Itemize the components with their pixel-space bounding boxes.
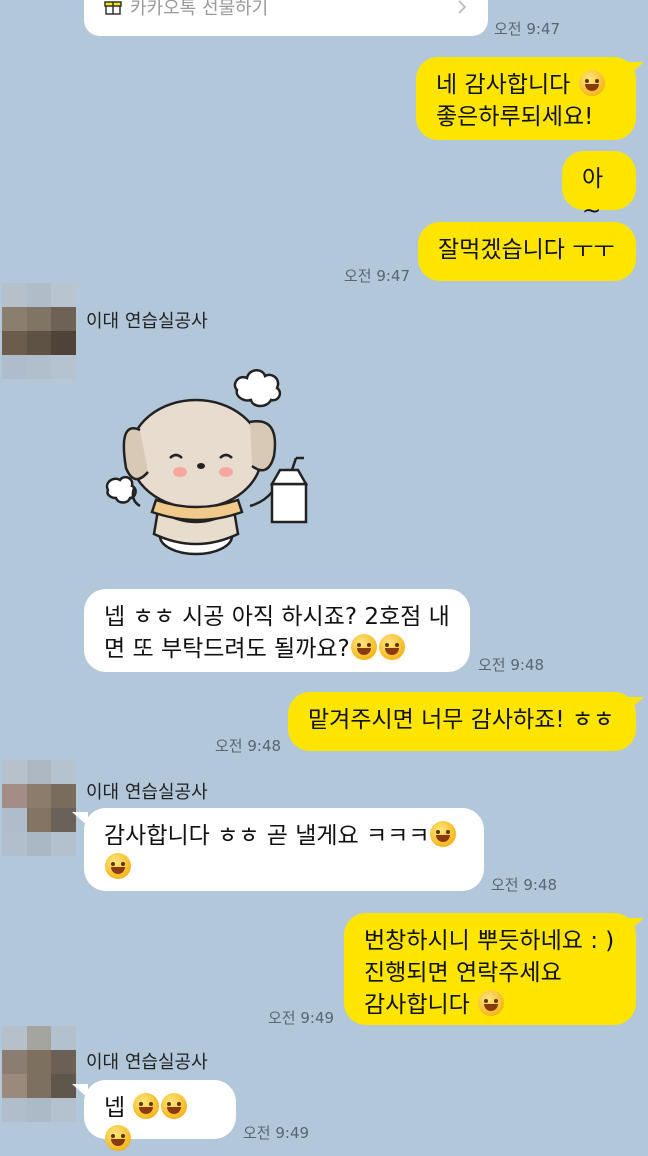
sender-name: 이대 연습실공사 (86, 1052, 208, 1073)
outgoing-message[interactable]: 번창하시니 뿌듯하네요 : ) 진행되면 연락주세요 감사합니다 (344, 913, 636, 1025)
dog-blush (219, 467, 233, 477)
message-text: 감사합니다 (364, 992, 470, 1018)
outgoing-message[interactable]: 아~ (562, 151, 636, 224)
message-text: 좋은하루되세요! (436, 104, 594, 130)
smile-emoji (378, 634, 405, 660)
smile-emoji (105, 853, 131, 879)
bubble-tail (72, 1084, 88, 1098)
sender-name: 이대 연습실공사 (86, 782, 208, 803)
message-text: 잘먹겠습니다 ㅜㅜ (438, 237, 615, 263)
bubble-tail (72, 812, 88, 826)
dog-sticker[interactable] (100, 360, 315, 560)
milk-carton (269, 456, 309, 524)
smile-emoji (105, 1125, 131, 1151)
message-text: 번창하시니 뿌듯하네요 : ) (364, 928, 615, 954)
timestamp: 오전 9:47 (494, 20, 561, 38)
avatar[interactable] (2, 1026, 76, 1122)
smile-emoji (133, 1093, 160, 1119)
gift-card[interactable]: 카카오톡 선물하기 (84, 0, 488, 36)
message-text: 아~ (582, 166, 604, 224)
smile-emoji (478, 990, 505, 1016)
smile-emoji (430, 821, 457, 847)
chevron-right-icon (458, 0, 467, 14)
smile-emoji (578, 70, 605, 96)
dog-blush (173, 467, 187, 477)
gift-label: 카카오톡 선물하기 (130, 0, 269, 19)
incoming-message[interactable]: 감사합니다 ㅎㅎ 곧 낼게요 ㅋㅋㅋ (84, 808, 484, 891)
incoming-message[interactable]: 넵 (84, 1080, 236, 1151)
bubble-tail (628, 697, 644, 711)
puff-cloud (105, 475, 137, 504)
bubble-tail (628, 918, 644, 932)
timestamp: 오전 9:47 (344, 267, 411, 285)
dog-head (128, 398, 264, 510)
outgoing-message[interactable]: 맡겨주시면 너무 감사하죠! ㅎㅎ (288, 692, 636, 751)
sender-name: 이대 연습실공사 (86, 311, 208, 332)
smile-emoji (350, 634, 377, 660)
message-text: 맡겨주시면 너무 감사하죠! ㅎㅎ (308, 707, 615, 733)
avatar[interactable] (2, 283, 76, 379)
timestamp: 오전 9:49 (243, 1124, 310, 1142)
steam-cloud (233, 369, 282, 408)
dog-arm (249, 491, 273, 508)
message-text: 진행되면 연락주세요 (364, 960, 562, 986)
outgoing-message[interactable]: 네 감사합니다 좋은하루되세요! (416, 57, 636, 140)
message-text: 넵 ㅎㅎ 시공 아직 하시죠? 2호점 내 (104, 604, 450, 630)
avatar[interactable] (2, 760, 76, 856)
timestamp: 오전 9:48 (215, 737, 282, 755)
dog-ear-right (249, 419, 277, 472)
message-text: 네 감사합니다 (436, 72, 571, 98)
bubble-tail (628, 62, 644, 76)
incoming-message[interactable]: 넵 ㅎㅎ 시공 아직 하시죠? 2호점 내 면 또 부탁드려도 될까요? (84, 589, 470, 672)
message-text: 넵 (104, 1095, 126, 1121)
timestamp: 오전 9:48 (478, 656, 545, 674)
timestamp: 오전 9:48 (491, 876, 558, 894)
message-text: 감사합니다 ㅎㅎ 곧 낼게요 ㅋㅋㅋ (104, 823, 430, 849)
message-text: 면 또 부탁드려도 될까요? (104, 636, 350, 662)
timestamp: 오전 9:49 (268, 1009, 335, 1027)
outgoing-message[interactable]: 잘먹겠습니다 ㅜㅜ (418, 222, 636, 281)
dog-nose (197, 463, 205, 469)
smile-emoji (161, 1093, 188, 1119)
gift-icon (104, 1, 122, 15)
